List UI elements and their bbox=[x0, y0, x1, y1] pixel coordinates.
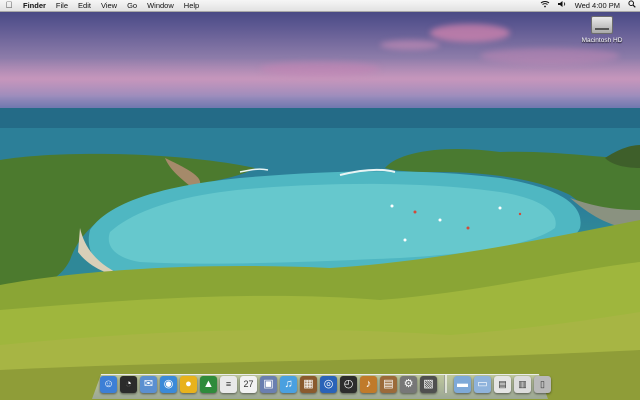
menu-go[interactable]: Go bbox=[122, 0, 142, 11]
activity-monitor-icon[interactable]: ▧ bbox=[420, 376, 437, 393]
menu-finder[interactable]: Finder bbox=[18, 0, 51, 11]
safari-icon[interactable]: ◉ bbox=[160, 376, 177, 393]
wifi-icon[interactable] bbox=[536, 0, 554, 11]
screenshot-stack-icon[interactable]: ▥ bbox=[514, 376, 531, 393]
downloads-stack-icon[interactable]: ▤ bbox=[494, 376, 511, 393]
landscape-scene bbox=[0, 108, 640, 400]
documents-folder-icon[interactable]: ▭ bbox=[474, 376, 491, 393]
volume-icon[interactable] bbox=[554, 0, 571, 11]
desktop-icon-label: Macintosh HD bbox=[581, 37, 623, 44]
menu-view[interactable]: View bbox=[96, 0, 122, 11]
spotlight-search-icon[interactable] bbox=[624, 0, 640, 11]
time-machine-icon[interactable]: ◴ bbox=[340, 376, 357, 393]
desktop-wallpaper bbox=[0, 0, 640, 400]
finder-icon[interactable]: ☺ bbox=[100, 376, 117, 393]
menu-file[interactable]: File bbox=[51, 0, 73, 11]
address-book-icon[interactable]: ▲ bbox=[200, 376, 217, 393]
menu-window[interactable]: Window bbox=[142, 0, 179, 11]
mail-icon[interactable]: ✉ bbox=[140, 376, 157, 393]
dashboard-icon[interactable]: ◔ bbox=[120, 376, 137, 393]
system-preferences-icon[interactable]: ⚙ bbox=[400, 376, 417, 393]
dock-separator bbox=[444, 375, 447, 393]
desktop-icon-macintosh-hd[interactable]: Macintosh HD bbox=[578, 16, 626, 44]
textedit-icon[interactable]: ≡ bbox=[220, 376, 237, 393]
iphoto-icon[interactable]: ▦ bbox=[300, 376, 317, 393]
itunes-icon[interactable]: ♫ bbox=[280, 376, 297, 393]
preview-icon[interactable]: ▣ bbox=[260, 376, 277, 393]
dvd-player-icon[interactable]: ◎ bbox=[320, 376, 337, 393]
apple-logo-icon[interactable]:  bbox=[0, 0, 18, 11]
hard-drive-icon bbox=[591, 16, 613, 34]
menu-bar:  Finder File Edit View Go Window Help W… bbox=[0, 0, 640, 12]
applications-folder-icon[interactable]: ▬ bbox=[454, 376, 471, 393]
status-menus: Wed 4:00 PM bbox=[536, 0, 640, 11]
ical-icon[interactable]: 27 bbox=[240, 376, 257, 393]
photo-booth-icon[interactable]: ▤ bbox=[380, 376, 397, 393]
menubar-clock[interactable]: Wed 4:00 PM bbox=[571, 0, 624, 11]
ichat-icon[interactable]: ● bbox=[180, 376, 197, 393]
dock: ☺ ◔ ✉ ◉ ● ▲ ≡ 27 ▣ ♫ ▦ ◎ ◴ ♪ ▤ ⚙ ▧ ▬ ▭ ▤ ▥ ▯ bbox=[100, 373, 551, 393]
menu-help[interactable]: Help bbox=[179, 0, 204, 11]
menu-edit[interactable]: Edit bbox=[73, 0, 96, 11]
garageband-icon[interactable]: ♪ bbox=[360, 376, 377, 393]
trash-icon[interactable]: ▯ bbox=[534, 376, 551, 393]
